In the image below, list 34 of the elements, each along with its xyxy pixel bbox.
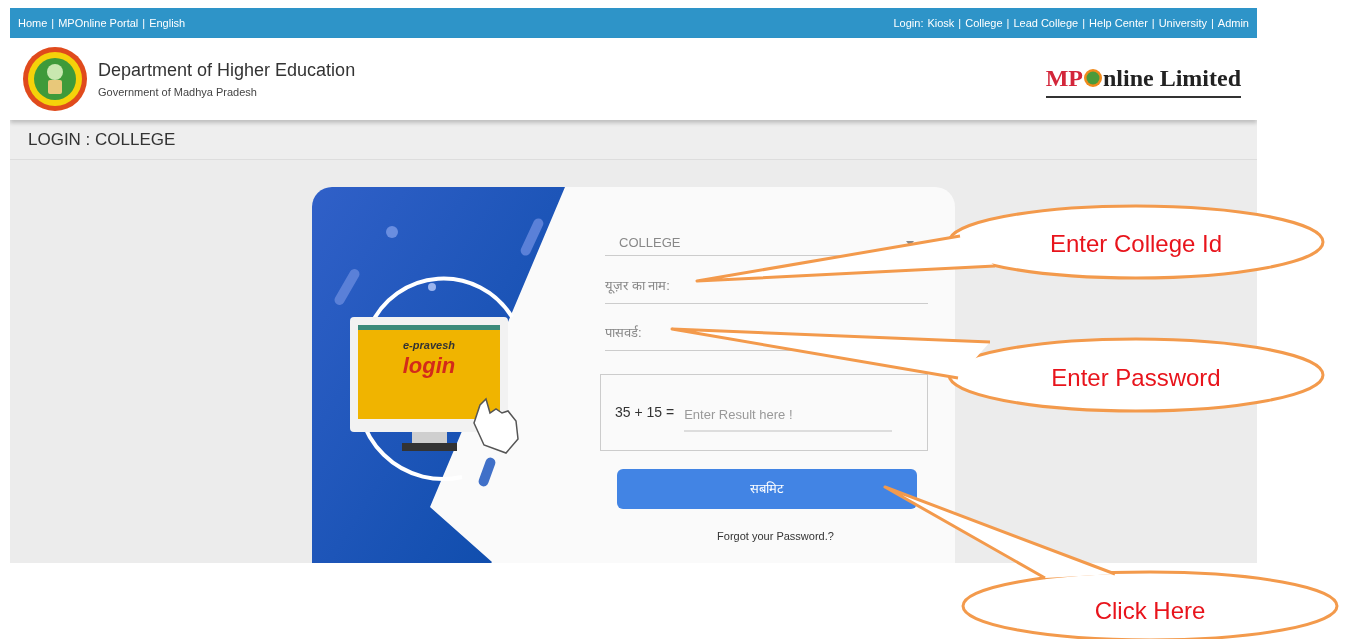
captcha-field[interactable]: Enter Result here ! [684,399,893,432]
separator: | [1151,15,1155,31]
nav-link[interactable]: Lead College [1013,14,1079,32]
department-subtitle: Government of Madhya Pradesh [98,85,258,101]
separator: | [1082,15,1086,31]
captcha-question: 35 + 15 = [615,403,675,422]
callout-text: Enter College Id [1048,229,1224,259]
nav-link[interactable]: English [149,14,186,32]
department-title: Department of Higher Education [98,59,356,83]
page-title: LOGIN : COLLEGE [28,128,176,151]
screen-caption: e-pravesh [403,338,455,353]
separator: | [958,15,962,31]
nav-link[interactable]: Help Center [1089,14,1148,32]
callout-text: Enter Password [1050,363,1222,393]
brand-text: nline Limited [1103,64,1241,93]
login-label: Login: [893,15,924,31]
nav-link[interactable]: Admin [1217,14,1249,32]
brand-text: MP [1045,64,1083,93]
separator: | [51,15,55,31]
nav-link[interactable]: Home [18,14,48,32]
nav-link[interactable]: MPOnline Portal [58,14,139,32]
separator: | [142,15,146,31]
separator: | [1006,15,1010,31]
emblem-icon [22,46,88,112]
nav-link[interactable]: Kiosk [927,14,955,32]
captcha-panel[interactable]: 35 + 15 = Enter Result here ! [600,374,928,451]
forgot-password-link[interactable]: Forgot your Password.? [717,528,834,545]
separator: | [1210,15,1214,31]
callout-text: Click Here [1093,596,1207,626]
nav-link[interactable]: College [965,14,1003,32]
globe-icon [1083,68,1103,88]
screen-title: login [402,353,456,378]
nav-link[interactable]: University [1158,14,1207,32]
submit-button[interactable]: सबमिट [617,469,917,509]
